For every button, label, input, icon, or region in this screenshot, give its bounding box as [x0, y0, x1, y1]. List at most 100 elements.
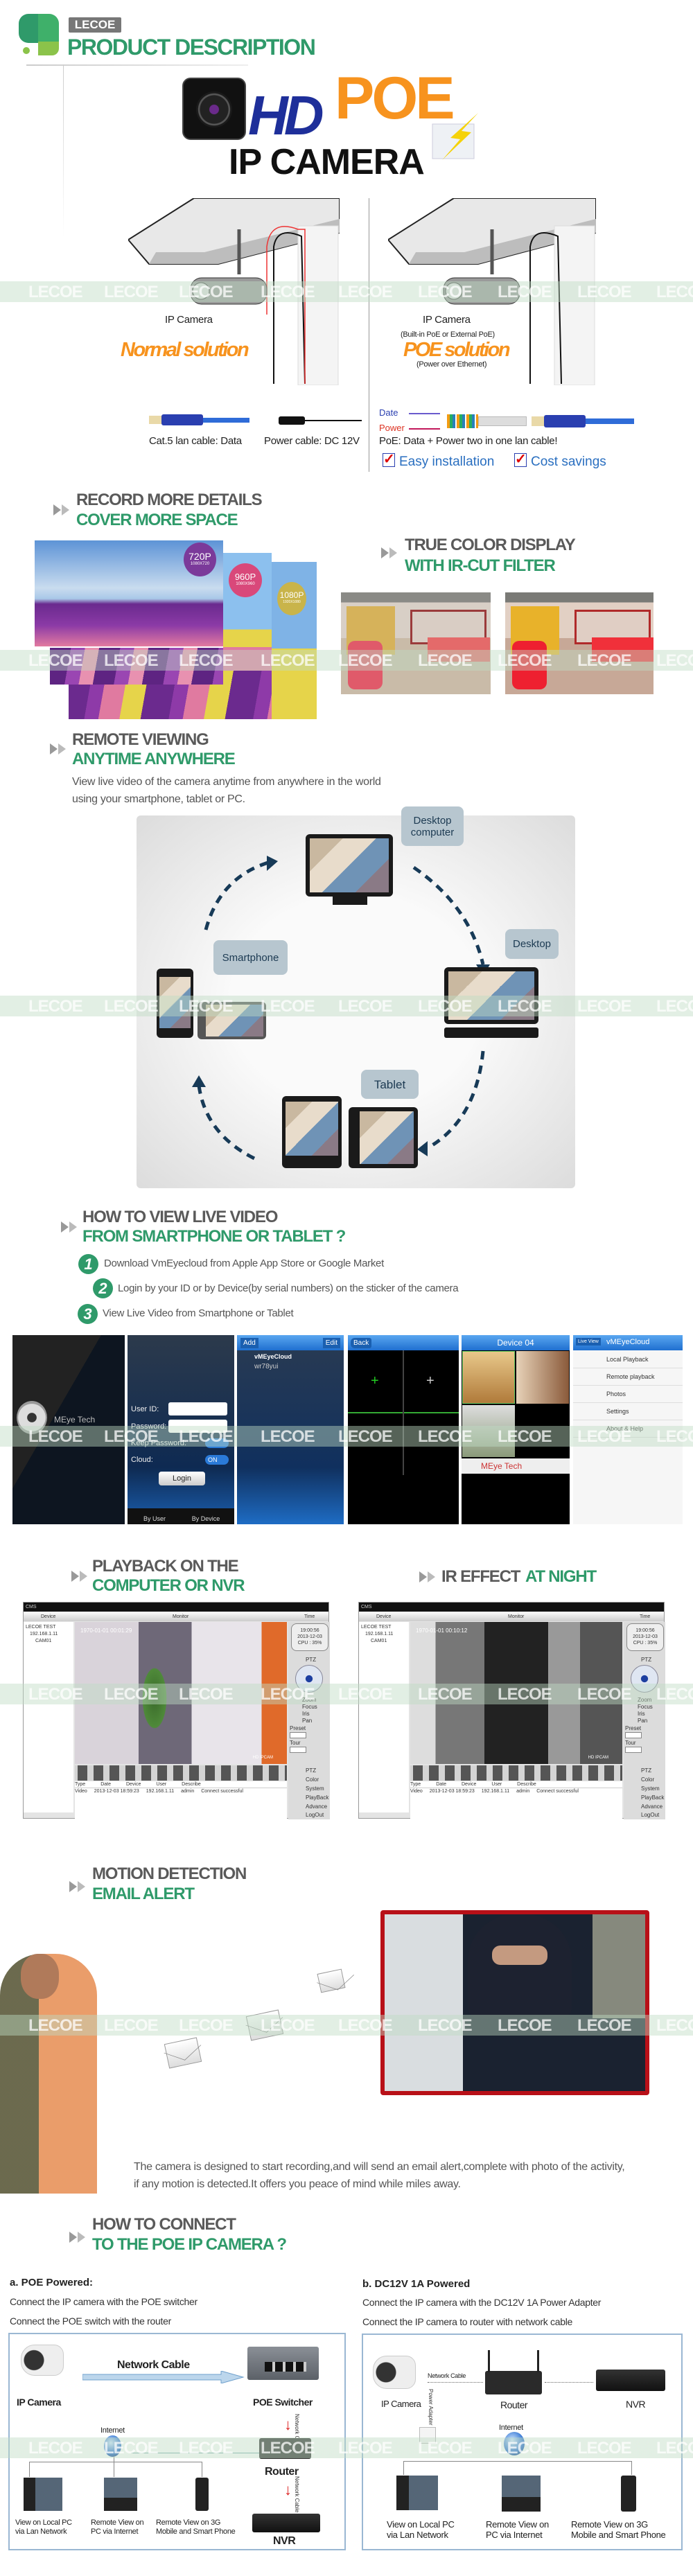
layout-toolbar[interactable]	[75, 1765, 287, 1781]
ad-text: MEye Tech	[481, 1461, 523, 1471]
live-view-button[interactable]: Live View	[576, 1338, 601, 1346]
dc-option-step2: Connect the IP camera to router with net…	[362, 2316, 573, 2327]
side-menu-logout[interactable]: LogOut	[641, 1812, 659, 1818]
playback-subheading: COMPUTER OR NVR	[92, 1576, 245, 1595]
hero-hd: HD	[248, 85, 324, 146]
side-menu-playback[interactable]: PlayBack	[306, 1794, 328, 1801]
resolution-badge-960p: 960P 1080X960	[229, 563, 262, 597]
tour-select[interactable]	[625, 1747, 642, 1753]
log-header: Device	[461, 1782, 477, 1787]
menu-item-label: Photos	[606, 1391, 626, 1397]
badge-dims: 1080X960	[236, 582, 255, 586]
legend-data-label: Date	[379, 407, 398, 418]
keep-password-toggle[interactable]	[205, 1438, 229, 1448]
nvr-icon	[252, 2514, 320, 2532]
log-header: Type	[410, 1782, 421, 1787]
page-title: PRODUCT DESCRIPTION	[67, 35, 316, 60]
section-arrows-icon	[53, 504, 69, 515]
dc-option-step1: Connect the IP camera with the DC12V 1A …	[362, 2297, 602, 2308]
edit-button[interactable]: Edit	[322, 1338, 340, 1348]
resolution-sample-image: 720P 1080X720 960P 1080X960 1080P 1920X1080	[35, 540, 317, 719]
tree-node[interactable]: 192.168.1.11	[361, 1631, 407, 1638]
watermark-text: LECOE	[179, 2016, 234, 2035]
ptz-zoom[interactable]: Zoom	[638, 1697, 651, 1703]
menu-item-remote-playback[interactable]: Remote playback	[573, 1368, 683, 1386]
log-cell: Connect successful	[536, 1789, 579, 1794]
video-feed-day: 1970-01-01 00:01:29 HD IPCAM	[75, 1622, 287, 1764]
menu-item-local-playback[interactable]: Local Playback	[573, 1351, 683, 1368]
ptz-zoom[interactable]: Zoom	[302, 1697, 316, 1703]
laptop-pc-icon	[104, 2478, 137, 2511]
user-id-input[interactable]	[168, 1402, 227, 1415]
ptz-dpad[interactable]	[631, 1665, 658, 1693]
side-menu-playback[interactable]: PlayBack	[641, 1794, 664, 1801]
menu-item-settings[interactable]: Settings	[573, 1403, 683, 1420]
clock-display: 19:00:56 2013-12-03 CPU : 35%	[626, 1623, 664, 1651]
side-menu-system[interactable]: System	[306, 1785, 324, 1792]
ptz-focus[interactable]: Focus	[638, 1704, 653, 1710]
add-channel-icon[interactable]: +	[371, 1373, 379, 1389]
tree-node[interactable]: CAM01	[361, 1638, 407, 1645]
remote-subheading: ANYTIME ANYWHERE	[72, 750, 236, 768]
watermark-text: LECOE	[28, 997, 83, 1016]
ptz-focus[interactable]: Focus	[302, 1704, 317, 1710]
preset-select[interactable]	[625, 1732, 642, 1738]
event-log: Type Date Device User Describe Video 2013-12-…	[410, 1781, 622, 1819]
badge-res: 1080P	[279, 590, 304, 600]
lightning-icon	[430, 112, 482, 161]
remote-description-line1: View live video of the camera anytime fr…	[72, 776, 381, 788]
ptz-pan[interactable]: Pan	[302, 1718, 312, 1724]
preset-select[interactable]	[290, 1732, 306, 1738]
device-tree[interactable]: LECOE TEST 192.168.1.11 CAM01	[359, 1622, 409, 1812]
side-menu-color[interactable]: Color	[641, 1776, 654, 1783]
back-button[interactable]: Back	[351, 1338, 372, 1348]
watermark-text: LECOE	[656, 283, 693, 301]
device-title: Device 04	[497, 1338, 534, 1348]
menu-item-about[interactable]: About & Help	[573, 1420, 683, 1438]
side-menu-advance[interactable]: Advance	[306, 1803, 327, 1810]
plant	[141, 1664, 168, 1733]
password-input[interactable]	[168, 1420, 227, 1433]
side-menu-logout[interactable]: LogOut	[306, 1812, 324, 1818]
tab-by-device[interactable]: By Device	[183, 1515, 229, 1522]
layout-toolbar[interactable]	[410, 1765, 622, 1781]
ptz-dpad[interactable]	[295, 1665, 323, 1693]
ip-camera-label: IP Camera	[381, 2399, 421, 2409]
side-menu-system[interactable]: System	[641, 1785, 660, 1792]
log-header: Describe	[182, 1782, 201, 1787]
ptz-iris[interactable]: Iris	[638, 1711, 645, 1717]
side-menu-color[interactable]: Color	[306, 1776, 319, 1783]
ptz-pan[interactable]: Pan	[638, 1718, 647, 1724]
tree-node[interactable]: CAM01	[26, 1638, 71, 1645]
email-envelope-icon	[245, 2009, 284, 2041]
device-tree[interactable]: LECOE TEST 192.168.1.11 CAM01	[24, 1622, 73, 1812]
video-grid	[348, 1350, 459, 1475]
tour-label: Tour	[625, 1740, 636, 1746]
ad-banner[interactable]: MEye Tech	[462, 1458, 570, 1474]
playback-heading: PLAYBACK ON THE	[92, 1557, 239, 1576]
tour-select[interactable]	[290, 1747, 306, 1753]
login-button[interactable]: Login	[159, 1472, 205, 1485]
side-menu-ptz[interactable]: PTZ	[641, 1767, 651, 1774]
smartphone-client-icon	[195, 2478, 209, 2511]
device-item[interactable]: wr78yui	[254, 1363, 278, 1370]
log-cell: Video	[410, 1789, 423, 1794]
side-menu-advance[interactable]: Advance	[641, 1803, 663, 1810]
cms-header: Device Monitor Time	[359, 1612, 664, 1621]
tab-by-user[interactable]: By User	[133, 1515, 176, 1522]
laptop-base	[444, 1027, 538, 1038]
add-channel-icon[interactable]: +	[426, 1373, 435, 1389]
tree-node[interactable]: 192.168.1.11	[26, 1631, 71, 1638]
menu-item-photos[interactable]: Photos	[573, 1386, 683, 1403]
cloud-group[interactable]: vMEyeCloud	[254, 1353, 292, 1360]
ip-camera-label: IP Camera	[17, 2397, 61, 2408]
benefit-check-icon: ✓	[514, 452, 527, 467]
connect-subheading: TO THE POE IP CAMERA ?	[92, 2235, 287, 2254]
ip-camera-icon	[21, 2345, 64, 2376]
cloud-toggle[interactable]: ON	[205, 1455, 229, 1465]
add-button[interactable]: Add	[240, 1338, 258, 1348]
side-menu-ptz[interactable]: PTZ	[306, 1767, 316, 1774]
tree-node[interactable]: LECOE TEST	[26, 1624, 71, 1631]
tree-node[interactable]: LECOE TEST	[361, 1624, 407, 1631]
ptz-iris[interactable]: Iris	[302, 1711, 310, 1717]
